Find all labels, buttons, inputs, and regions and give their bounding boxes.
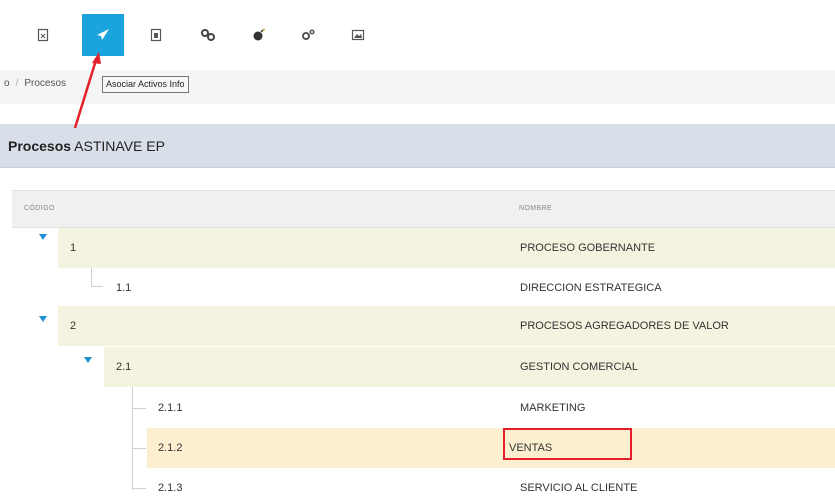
row-background [147, 428, 835, 468]
table-row[interactable]: 2 PROCESOS AGREGADORES DE VALOR [12, 306, 835, 346]
document-icon [37, 28, 49, 42]
table-row[interactable]: 1 PROCESO GOBERNANTE [12, 228, 835, 268]
row-name: PROCESO GOBERNANTE [520, 242, 656, 254]
row-name: SERVICIO AL CLIENTE [520, 482, 638, 494]
bomb-button[interactable] [238, 14, 280, 56]
paper-plane-icon [97, 29, 109, 40]
page-title-rest: ASTINAVE EP [71, 138, 165, 154]
annotation-highlight-box [503, 428, 632, 460]
file-button[interactable] [135, 14, 177, 56]
column-header-name: NOMBRE [519, 205, 553, 212]
expand-caret-icon[interactable] [39, 316, 47, 322]
tooltip: Asociar Activos Info [102, 76, 189, 93]
table-row[interactable]: 2.1.3 SERVICIO AL CLIENTE [12, 468, 835, 502]
row-code: 1.1 [116, 282, 132, 294]
expand-caret-icon[interactable] [84, 357, 92, 363]
image-button[interactable] [337, 14, 379, 56]
row-background [104, 347, 835, 387]
breadcrumb-item-procesos[interactable]: Procesos [24, 78, 66, 89]
bomb-icon [253, 28, 265, 41]
gears-icon [302, 29, 315, 40]
row-background [58, 228, 835, 268]
row-name: PROCESOS AGREGADORES DE VALOR [520, 320, 729, 332]
column-header-code: CÓDIGO [24, 205, 55, 212]
page-title-bold: Procesos [8, 138, 72, 154]
image-icon [351, 29, 365, 41]
document-button[interactable] [22, 14, 64, 56]
breadcrumb-separator: / [15, 78, 19, 89]
panel-header: Procesos ASTINAVE EP [0, 124, 835, 168]
expand-caret-icon[interactable] [39, 234, 47, 240]
table-row[interactable]: 2.1 GESTION COMERCIAL [12, 347, 835, 387]
row-name: MARKETING [520, 402, 586, 414]
row-name: GESTION COMERCIAL [520, 361, 638, 373]
breadcrumb: o / Procesos [4, 78, 66, 89]
row-code: 1 [70, 242, 77, 254]
row-name: DIRECCION ESTRATEGICA [520, 282, 662, 294]
link-button[interactable] [187, 14, 229, 56]
breadcrumb-item-home[interactable]: o [4, 78, 10, 89]
file-icon [150, 28, 162, 42]
row-code: 2.1.3 [158, 482, 183, 494]
associate-assets-button[interactable] [82, 14, 124, 56]
table-row[interactable]: 1.1 DIRECCION ESTRATEGICA [12, 268, 835, 308]
row-code: 2 [70, 320, 77, 332]
page-title: Procesos ASTINAVE EP [8, 138, 165, 154]
table-header: CÓDIGO NOMBRE [12, 190, 835, 228]
row-code: 2.1 [116, 361, 132, 373]
gears-button[interactable] [287, 14, 329, 56]
row-code: 2.1.1 [158, 402, 183, 414]
link-icon [201, 29, 215, 41]
table-row-selected[interactable]: 2.1.2 VENTAS [12, 428, 835, 468]
toolbar [0, 0, 835, 70]
table-row[interactable]: 2.1.1 MARKETING [12, 388, 835, 428]
row-code: 2.1.2 [158, 442, 183, 454]
